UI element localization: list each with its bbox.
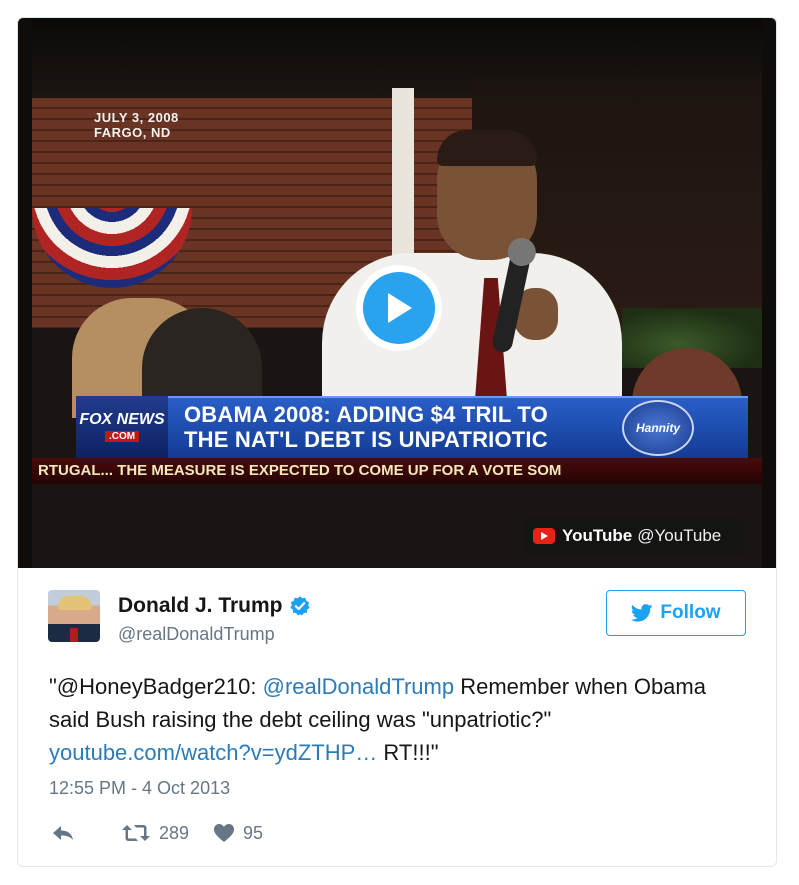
tweet-actions: 289 95 [51,818,263,848]
twitter-bird-icon [631,604,653,622]
author-name[interactable]: Donald J. Trump [118,594,283,618]
like-button[interactable]: 95 [213,823,263,844]
url-link[interactable]: youtube.com/watch?v=ydZTHP… [49,740,377,765]
show-logo: Hannity [622,400,694,456]
news-headline: OBAMA 2008: ADDING $4 TRIL TO THE NAT'L … [184,402,548,452]
retweet-button[interactable]: 289 [121,823,189,844]
video-player[interactable]: JULY 3, 2008 FARGO, ND FOX NEWS .COM OBA… [18,18,776,568]
like-count: 95 [243,822,264,843]
verified-badge-icon [289,596,310,616]
heart-icon [214,824,235,842]
author-name-row[interactable]: Donald J. Trump [118,594,311,618]
reply-button[interactable] [51,824,83,842]
avatar[interactable] [48,590,100,642]
play-icon [363,272,435,344]
tweet-timestamp[interactable]: 12:55 PM - 4 Oct 2013 [49,778,230,799]
retweet-count: 289 [159,822,190,843]
follow-button[interactable]: Follow [606,590,746,636]
network-logo: FOX NEWS .COM [76,396,168,458]
youtube-source-badge[interactable]: YouTube @YouTube [525,518,743,554]
retweet-icon [122,825,150,841]
reply-icon [53,826,73,840]
news-ticker: RTUGAL... THE MEASURE IS EXPECTED TO COM… [32,458,762,484]
author-handle[interactable]: @realDonaldTrump [118,624,275,645]
tweet-text: "@HoneyBadger210: @realDonaldTrump Remem… [49,674,706,765]
youtube-logo-icon [533,528,555,544]
tweet-embed-card: JULY 3, 2008 FARGO, ND FOX NEWS .COM OBA… [17,17,777,867]
play-button[interactable] [356,265,442,351]
mention-link[interactable]: @realDonaldTrump [263,674,454,699]
video-dateline: JULY 3, 2008 FARGO, ND [94,110,179,140]
